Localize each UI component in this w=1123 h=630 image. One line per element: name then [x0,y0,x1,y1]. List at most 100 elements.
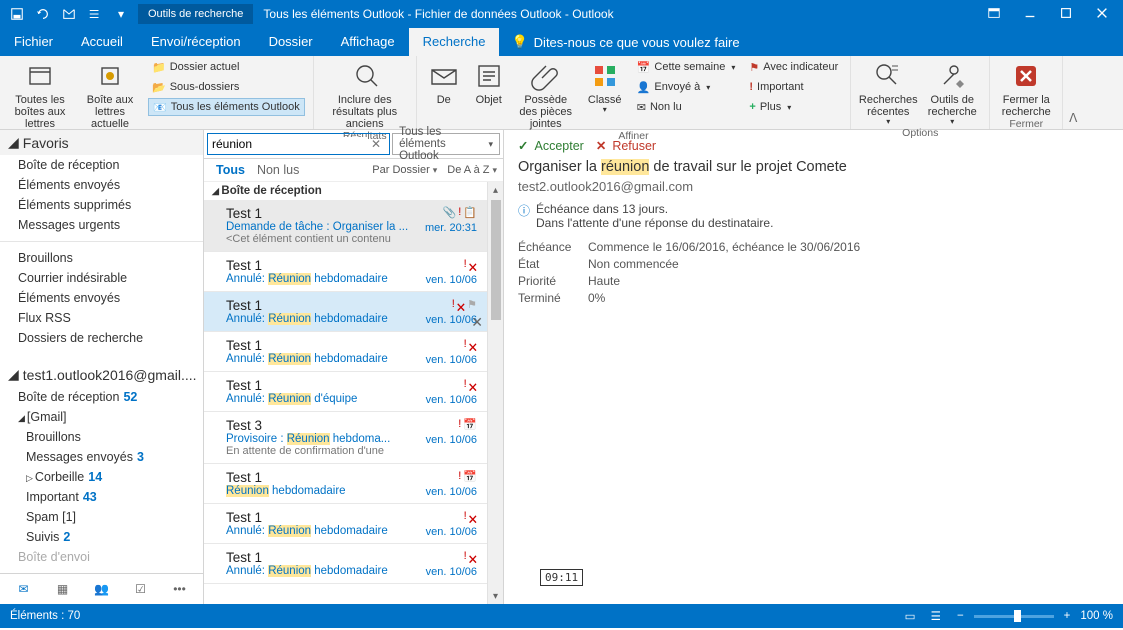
tab-file[interactable]: Fichier [0,28,67,56]
nav-sent2[interactable]: Éléments envoyés [0,288,203,308]
tab-sendreceive[interactable]: Envoi/réception [137,28,255,56]
maximize-icon[interactable] [1059,6,1073,23]
tell-me[interactable]: 💡 Dites-nous ce que vous voulez faire [499,28,751,56]
message-item[interactable]: Test 1 Annulé: Réunion d'équipe ven. 10/… [204,372,487,412]
tab-search[interactable]: Recherche [409,28,500,56]
collapse-icon: ◢ [8,134,19,151]
include-older-button[interactable]: Inclure des résultats plus anciens [322,58,408,130]
label: Dossier actuel [170,61,240,73]
clear-search-icon[interactable]: ✕ [367,137,385,151]
refine-categorized-button[interactable]: Classé▾ [583,58,627,130]
nav-junk[interactable]: Courrier indésirable [0,268,203,288]
scope-all-mailboxes-button[interactable]: Toutes les boîtes aux lettres [8,58,72,130]
qa-save-icon[interactable] [8,5,26,23]
refine-subject-button[interactable]: Objet [469,58,509,130]
zoom-slider[interactable] [974,615,1054,618]
chevron-down-icon: ▾ [488,139,493,150]
message-item[interactable]: Test 1 Annulé: Réunion hebdomadaire ven.… [204,252,487,292]
favorites-header[interactable]: ◢Favoris [0,130,203,155]
refine-sentto-button[interactable]: 👤Envoyé à▾ [633,78,740,96]
scope-current-folder-button[interactable]: 📁Dossier actuel [148,58,305,76]
message-item[interactable]: Test 1 Demande de tâche : Organiser la .… [204,200,487,252]
delete-message-icon[interactable]: ✕ [471,314,483,331]
refine-from-button[interactable]: De [425,58,463,130]
message-item[interactable]: Test 1 Annulé: Réunion hebdomadaire ven.… [204,544,487,584]
recent-searches-button[interactable]: Recherches récentes▾ [859,58,917,127]
scroll-thumb[interactable] [491,200,501,320]
close-search-button[interactable]: Fermer la recherche [998,58,1054,118]
ribbon-display-icon[interactable] [987,6,1001,23]
refine-more-button[interactable]: +Plus▾ [745,98,842,116]
tentative-icon: 📅 [463,418,477,431]
view-normal-icon[interactable]: ▭ [899,611,922,623]
scope-subfolders-button[interactable]: 📂Sous-dossiers [148,78,305,96]
message-list-scrollbar[interactable]: ▴ ▾ [487,182,503,604]
scope-all-outlook-button[interactable]: 📧Tous les éléments Outlook [148,98,305,116]
collapse-ribbon-button[interactable]: ᐱ [1063,56,1083,129]
message-item[interactable]: Test 1 Annulé: Réunion hebdomadaire ven.… [204,292,487,332]
search-scope-dropdown[interactable]: Tous les éléments Outlook▾ [392,133,500,155]
nav-drafts[interactable]: Brouillons [0,248,203,268]
scroll-up-icon[interactable]: ▴ [488,182,503,198]
search-input[interactable] [212,137,367,151]
nav-spam[interactable]: Spam [1] [0,507,203,527]
menu-bar: Fichier Accueil Envoi/réception Dossier … [0,28,1123,56]
zoom-in-button[interactable]: + [1064,610,1071,622]
nav-drafts2[interactable]: Brouillons [0,427,203,447]
nav-rss[interactable]: Flux RSS [0,308,203,328]
people-view-icon[interactable]: 👥 [90,580,114,598]
filter-all[interactable]: Tous [210,161,251,179]
refine-thisweek-button[interactable]: 📅Cette semaine▾ [633,58,740,76]
qa-send-icon[interactable] [60,5,78,23]
message-item[interactable]: Test 3 Provisoire : Réunion hebdoma... E… [204,412,487,464]
qa-more-icon[interactable]: ▾ [112,5,130,23]
nav-deleted[interactable]: Éléments supprimés [0,195,203,215]
nav-sent3[interactable]: Messages envoyés3 [0,447,203,467]
account-header[interactable]: ◢test1.outlook2016@gmail.... [0,362,203,387]
refine-unread-button[interactable]: ✉Non lu [633,98,740,116]
nav-searchfolders[interactable]: Dossiers de recherche [0,328,203,348]
label: Cette semaine [654,61,725,73]
scope-current-mailbox-button[interactable]: Boîte aux lettres actuelle [78,58,142,130]
calendar-view-icon[interactable]: ▦ [51,580,75,598]
mail-view-icon[interactable]: ✉ [12,580,36,598]
nav-outbox[interactable]: Boîte d'envoi [0,547,203,567]
qa-forward-icon[interactable] [86,5,104,23]
nav-inbox2[interactable]: Boîte de réception52 [0,387,203,407]
nav-important[interactable]: Important43 [0,487,203,507]
message-item[interactable]: Test 1 Annulé: Réunion hebdomadaire ven.… [204,332,487,372]
message-item[interactable]: Test 1 Réunion hebdomadaire ven. 10/06 !… [204,464,487,504]
tools-icon [936,60,968,92]
sort-by-folder[interactable]: Par Dossier [372,164,437,176]
accept-button[interactable]: Accepter [518,138,584,153]
zoom-out-button[interactable]: − [957,610,964,622]
refine-flagged-button[interactable]: ⚑Avec indicateur [745,58,842,76]
search-tools-button[interactable]: Outils de recherche▾ [923,58,981,127]
nav-sent[interactable]: Éléments envoyés [0,175,203,195]
view-reading-icon[interactable]: ☰ [925,611,947,623]
refine-attachments-button[interactable]: Possède des pièces jointes [515,58,577,130]
nav-gmail[interactable]: ◢[Gmail] [0,407,203,427]
tab-home[interactable]: Accueil [67,28,137,56]
nav-followed[interactable]: Suivis2 [0,527,203,547]
refuse-button[interactable]: Refuser [596,138,656,153]
tab-folder[interactable]: Dossier [255,28,327,56]
message-item[interactable]: Test 1 Annulé: Réunion hebdomadaire ven.… [204,504,487,544]
close-icon[interactable] [1095,6,1109,23]
folder-group-header[interactable]: ◢ Boîte de réception [204,182,487,200]
tasks-view-icon[interactable]: ☑ [129,580,153,598]
scroll-down-icon[interactable]: ▾ [488,588,503,604]
minimize-icon[interactable] [1023,6,1037,23]
more-views-icon[interactable]: ••• [168,580,192,598]
due-info: ⓘ Échéance dans 13 jours. Dans l'attente… [518,202,1109,230]
tab-view[interactable]: Affichage [327,28,409,56]
nav-trash[interactable]: ▷Corbeille14 [0,467,203,487]
refine-important-button[interactable]: !Important [745,78,842,96]
nav-urgent[interactable]: Messages urgents [0,215,203,235]
search-box[interactable]: ✕ [207,133,390,155]
nav-inbox[interactable]: Boîte de réception [0,155,203,175]
label: Outils de recherche [923,94,981,118]
qa-undo-icon[interactable] [34,5,52,23]
filter-unread[interactable]: Non lus [251,161,305,179]
sort-atoz[interactable]: De A à Z [447,164,497,176]
